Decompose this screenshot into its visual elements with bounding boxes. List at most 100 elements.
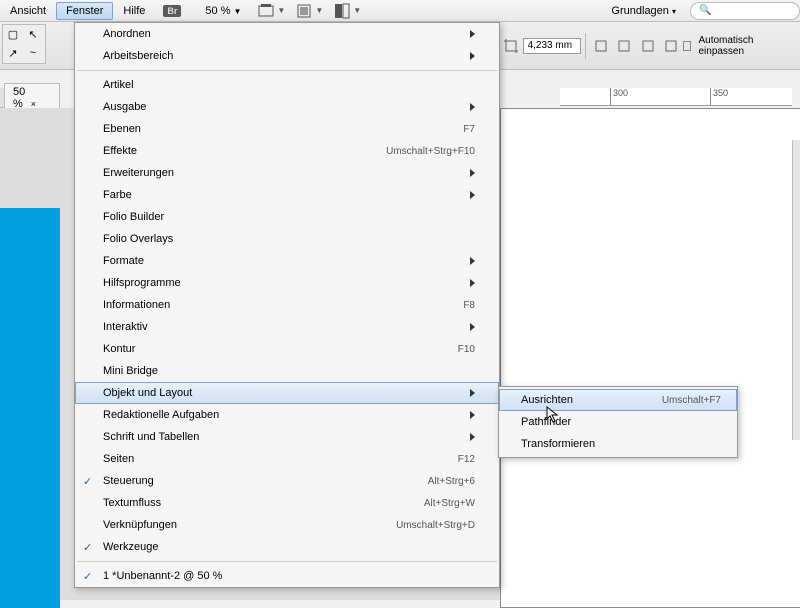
submenu-item[interactable]: Pathfinder (499, 411, 737, 433)
menu-ansicht[interactable]: Ansicht (0, 2, 56, 20)
menu-item[interactable]: InformationenF8 (75, 294, 499, 316)
menu-item-label: Anordnen (103, 28, 462, 40)
fenster-menu: Anordnen Arbeitsbereich Artikel Ausgabe Eben… (74, 22, 500, 588)
zoom-level[interactable]: 50 %▼ (199, 3, 247, 19)
menu-item-label: Folio Overlays (103, 233, 475, 245)
crop-icon[interactable] (500, 35, 521, 57)
menu-item-label: Hilfsprogramme (103, 277, 462, 289)
menu-item[interactable]: Hilfsprogramme (75, 272, 499, 294)
menu-item[interactable]: Folio Overlays (75, 228, 499, 250)
submenu-arrow-icon (470, 191, 475, 199)
menu-item[interactable]: Folio Builder (75, 206, 499, 228)
submenu-arrow-icon (470, 103, 475, 111)
check-icon: ✓ (83, 541, 92, 554)
menu-item[interactable]: ✓ SteuerungAlt+Strg+6 (75, 470, 499, 492)
menu-item[interactable]: ✓Werkzeuge (75, 536, 499, 558)
menu-hilfe[interactable]: Hilfe (113, 2, 155, 20)
menu-item-label: Objekt und Layout (103, 387, 462, 399)
menu-item-label: Folio Builder (103, 211, 475, 223)
menu-item-label: Seiten (103, 453, 458, 465)
menu-item-label: Redaktionelle Aufgaben (103, 409, 462, 421)
view-options-icon[interactable] (255, 0, 277, 22)
submenu-arrow-icon (470, 169, 475, 177)
menu-shortcut: Alt+Strg+6 (428, 476, 475, 487)
menu-item[interactable]: Formate (75, 250, 499, 272)
autofit-checkbox[interactable] (683, 41, 692, 51)
menu-item[interactable]: EffekteUmschalt+Strg+F10 (75, 140, 499, 162)
tool-icon[interactable]: ~ (23, 44, 43, 62)
submenu-arrow-icon (470, 323, 475, 331)
menu-item[interactable]: TextumflussAlt+Strg+W (75, 492, 499, 514)
menu-item-label: Artikel (103, 79, 475, 91)
menubar: Ansicht Fenster Hilfe Br 50 %▼ ▼ ▼ ▼ Gru… (0, 0, 800, 22)
search-input[interactable]: 🔍 (690, 2, 800, 20)
tool-icon[interactable]: ↖ (23, 25, 43, 43)
measure-input[interactable] (523, 38, 581, 54)
chevron-down-icon: ▼ (277, 6, 285, 15)
align-icon[interactable] (637, 35, 658, 57)
menu-item-label: Textumfluss (103, 497, 424, 509)
submenu-item[interactable]: Transformieren (499, 433, 737, 455)
menu-item[interactable]: SeitenF12 (75, 448, 499, 470)
menu-item-label: Mini Bridge (103, 365, 475, 377)
menu-item[interactable]: Ausgabe (75, 96, 499, 118)
arrange-icon[interactable] (331, 0, 353, 22)
bridge-badge[interactable]: Br (163, 5, 181, 17)
menu-item-label: Steuerung (103, 475, 428, 487)
screen-mode-icon[interactable] (293, 0, 315, 22)
chevron-down-icon: ▼ (315, 6, 323, 15)
submenu-arrow-icon (470, 30, 475, 38)
menu-item[interactable]: Arbeitsbereich (75, 45, 499, 67)
submenu-item[interactable]: AusrichtenUmschalt+F7 (499, 389, 737, 411)
menu-item[interactable]: Artikel (75, 74, 499, 96)
check-icon: ✓ (83, 475, 92, 488)
ruler-tick: 300 (610, 88, 628, 105)
menu-item-label: Ausgabe (103, 101, 462, 113)
menu-item[interactable]: Redaktionelle Aufgaben (75, 404, 499, 426)
menu-item-label: 1 *Unbenannt-2 @ 50 % (103, 570, 475, 582)
submenu-arrow-icon (470, 389, 475, 397)
menu-item[interactable]: Erweiterungen (75, 162, 499, 184)
menu-item-label: Kontur (103, 343, 458, 355)
menu-shortcut: F7 (463, 124, 475, 135)
menu-shortcut: F12 (458, 454, 475, 465)
panel-dock[interactable] (792, 140, 800, 440)
tool-icon[interactable]: ▢ (3, 25, 23, 43)
menu-item[interactable]: Interaktiv (75, 316, 499, 338)
menu-item[interactable]: Objekt und Layout (75, 382, 499, 404)
tool-icon[interactable]: ↗ (3, 44, 23, 62)
selected-object[interactable] (0, 208, 60, 608)
menu-item-label: Erweiterungen (103, 167, 462, 179)
workspace-selector[interactable]: Grundlagen ▾ (603, 3, 684, 19)
align-icon[interactable] (614, 35, 635, 57)
document-page[interactable] (500, 108, 800, 608)
align-icon[interactable] (590, 35, 611, 57)
cursor-icon (546, 406, 560, 427)
menu-item[interactable]: KonturF10 (75, 338, 499, 360)
chevron-down-icon: ▼ (353, 6, 361, 15)
menu-item[interactable]: Schrift und Tabellen (75, 426, 499, 448)
menu-item-label: Ebenen (103, 123, 463, 135)
tools-palette: ▢ ↖ ↗ ~ (2, 24, 46, 64)
menu-item[interactable]: Anordnen (75, 23, 499, 45)
menu-item[interactable]: Farbe (75, 184, 499, 206)
submenu-arrow-icon (470, 257, 475, 265)
menu-item-label: Effekte (103, 145, 386, 157)
submenu-shortcut: Umschalt+F7 (662, 395, 721, 406)
menu-item[interactable]: EbenenF7 (75, 118, 499, 140)
menu-shortcut: F8 (463, 300, 475, 311)
submenu-arrow-icon (470, 433, 475, 441)
horizontal-ruler: 300 350 400 (560, 88, 792, 106)
search-icon: 🔍 (699, 5, 711, 16)
menu-item[interactable]: ✓1 *Unbenannt-2 @ 50 % (75, 565, 499, 587)
menu-shortcut: F10 (458, 344, 475, 355)
menu-item[interactable]: Mini Bridge (75, 360, 499, 382)
objekt-layout-submenu: AusrichtenUmschalt+F7Pathfinder Transform… (498, 386, 738, 458)
document-tab-bar: 50 %× (0, 88, 60, 108)
chevron-down-icon: ▼ (233, 7, 241, 16)
menu-item-label: Interaktiv (103, 321, 462, 333)
menu-item[interactable]: VerknüpfungenUmschalt+Strg+D (75, 514, 499, 536)
menu-fenster[interactable]: Fenster (56, 2, 113, 20)
align-icon[interactable] (660, 35, 681, 57)
submenu-item-label: Transformieren (521, 438, 721, 450)
